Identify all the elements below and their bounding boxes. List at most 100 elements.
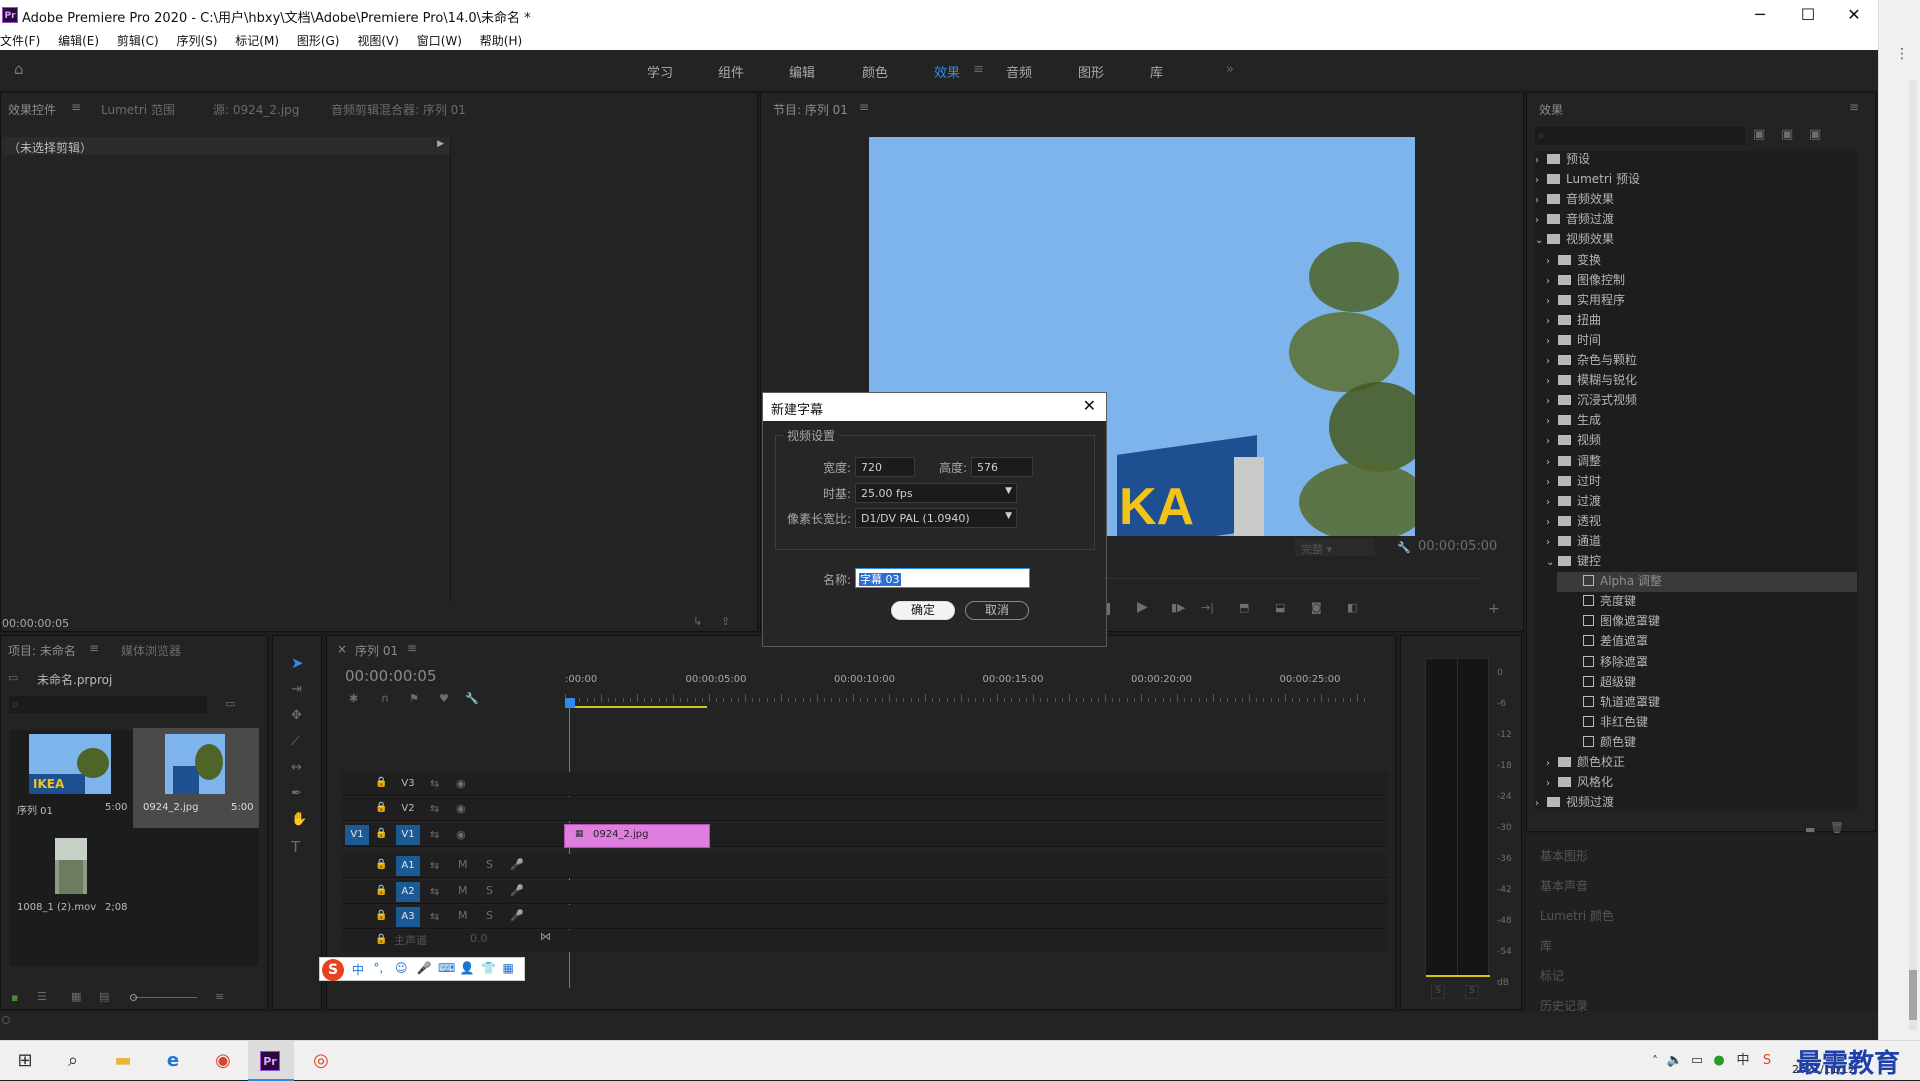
name-input[interactable]: 字幕 03 — [855, 568, 1030, 588]
menu-edit[interactable]: 编辑(E) — [51, 30, 106, 49]
menu-view[interactable]: 视图(V) — [350, 30, 406, 49]
track-label-a3[interactable]: A3 — [396, 907, 420, 927]
freeform-view-icon[interactable]: ▤ — [99, 990, 109, 1003]
solo-right-button[interactable]: S — [1465, 985, 1479, 999]
panel-menu-icon[interactable]: ≡ — [89, 641, 99, 655]
lumetri-color-tab[interactable]: Lumetri 颜色 — [1540, 907, 1614, 924]
lock-icon[interactable]: 🔒 — [375, 910, 387, 921]
ok-button[interactable]: 确定 — [891, 601, 955, 620]
solo-button[interactable]: S — [486, 884, 493, 897]
more-vertical-icon[interactable]: ⋮ — [1895, 46, 1909, 62]
lock-icon[interactable]: 🔒 — [375, 859, 387, 870]
microphone-icon[interactable]: 🎤 — [510, 909, 524, 922]
eye-icon[interactable]: ◉ — [456, 777, 466, 790]
timebase-dropdown[interactable]: 25.00 fps ▼ — [855, 483, 1017, 503]
sync-lock-icon[interactable]: ⇆ — [430, 828, 439, 841]
sync-lock-icon[interactable]: ⇆ — [430, 885, 439, 898]
export-frame-icon[interactable]: ↳ — [693, 615, 702, 628]
razor-tool-icon[interactable]: ⟋ — [291, 734, 300, 749]
source-patch-v1[interactable]: V1 — [345, 825, 369, 845]
add-button-icon[interactable]: + — [1488, 601, 1500, 617]
lock-icon[interactable]: 🔒 — [375, 777, 387, 788]
windows-start-icon[interactable]: ⊞ — [10, 1047, 40, 1075]
track-select-tool-icon[interactable]: ⇥ — [291, 682, 302, 697]
sync-lock-icon[interactable]: ⇆ — [430, 910, 439, 923]
chevron-right-icon[interactable]: › — [1546, 416, 1558, 427]
effect-item[interactable]: 超级键 — [1557, 673, 1636, 693]
edge-icon[interactable]: e — [158, 1047, 188, 1075]
delete-icon[interactable]: 🗑 — [1830, 821, 1844, 834]
chevron-right-icon[interactable]: › — [1546, 778, 1558, 789]
chevron-right-icon[interactable]: › — [1546, 477, 1558, 488]
track-label-v2[interactable]: V2 — [396, 799, 420, 819]
workspace-effects[interactable]: 效果 — [934, 62, 960, 81]
list-view-icon[interactable]: ☰ — [37, 990, 47, 1003]
close-button[interactable]: ✕ — [1834, 4, 1874, 26]
effect-folder[interactable]: › 过时 — [1546, 472, 1601, 492]
tab-media-browser[interactable]: 媒体浏览器 — [121, 642, 181, 659]
32bit-effects-icon[interactable]: ▣ — [1781, 127, 1793, 142]
chevron-right-icon[interactable]: › — [1535, 215, 1547, 226]
fit-dropdown[interactable]: 完整 ▾ — [1295, 539, 1375, 556]
menu-clip[interactable]: 剪辑(C) — [110, 30, 166, 49]
height-input[interactable]: 576 — [971, 457, 1033, 477]
effect-item[interactable]: 轨道遮罩键 — [1557, 693, 1660, 713]
ime-button[interactable]: ⌨ — [438, 961, 455, 975]
tab-project[interactable]: 项目: 未命名 — [8, 642, 76, 659]
wrench-icon[interactable]: 🔧 — [1397, 541, 1411, 554]
minimize-button[interactable]: ─ — [1740, 4, 1780, 26]
solo-button[interactable]: S — [486, 909, 493, 922]
solo-left-button[interactable]: S — [1431, 985, 1445, 999]
share-icon[interactable]: ⇪ — [721, 615, 730, 628]
workspace-more-button[interactable]: » — [1226, 62, 1234, 77]
chrome-icon[interactable]: ◉ — [208, 1047, 238, 1075]
effect-folder[interactable]: › 音频过渡 — [1535, 210, 1614, 230]
selection-tool-icon[interactable]: ➤ — [291, 654, 304, 672]
app-icon[interactable]: ◎ — [306, 1047, 336, 1075]
dialog-close-icon[interactable]: ✕ — [1083, 396, 1096, 415]
scrollbar[interactable] — [1909, 80, 1917, 1030]
chevron-right-icon[interactable]: › — [1546, 758, 1558, 769]
home-icon[interactable]: ⌂ — [14, 60, 24, 78]
effect-folder[interactable]: › 视频 — [1546, 431, 1601, 451]
effect-folder[interactable]: ⌄ 键控 — [1546, 552, 1601, 572]
effect-folder[interactable]: › 图像控制 — [1546, 271, 1625, 291]
effect-item[interactable]: 非红色键 — [1557, 713, 1648, 733]
effect-folder[interactable]: › 变换 — [1546, 251, 1601, 271]
menu-file[interactable]: 文件(F) — [0, 30, 47, 49]
type-tool-icon[interactable]: T — [291, 838, 300, 856]
chevron-right-icon[interactable]: › — [1546, 396, 1558, 407]
linked-selection-icon[interactable]: ∩ — [381, 692, 389, 705]
effect-folder[interactable]: › 颜色校正 — [1546, 753, 1625, 773]
slip-tool-icon[interactable]: ↔ — [291, 760, 302, 775]
chevron-right-icon[interactable]: › — [1546, 336, 1558, 347]
master-volume[interactable]: 0.0 — [470, 932, 488, 945]
snap-icon[interactable]: ✱ — [349, 692, 358, 705]
menu-sequence[interactable]: 序列(S) — [169, 30, 224, 49]
chevron-right-icon[interactable]: › — [1535, 175, 1547, 186]
new-bin-icon[interactable]: ▭ — [225, 697, 235, 710]
chevron-right-icon[interactable]: › — [1546, 356, 1558, 367]
menu-help[interactable]: 帮助(H) — [473, 30, 529, 49]
essential-sound-tab[interactable]: 基本声音 — [1540, 877, 1588, 894]
microphone-icon[interactable]: 🎤 — [510, 858, 524, 871]
comparison-view-icon[interactable]: ◧ — [1347, 601, 1357, 614]
time-ruler[interactable]: :00:00 00:00:05:00 00:00:10:00 00:00:15:00 0… — [565, 674, 1366, 708]
close-tab-icon[interactable]: × — [337, 642, 347, 656]
tab-sequence[interactable]: 序列 01 — [355, 642, 398, 659]
expand-arrow-icon[interactable]: ▶ — [437, 139, 444, 149]
lock-icon[interactable]: 🔒 — [375, 802, 387, 813]
menu-graphics[interactable]: 图形(G) — [290, 30, 347, 49]
ripple-edit-tool-icon[interactable]: ✥ — [291, 708, 302, 723]
workspace-color[interactable]: 颜色 — [862, 62, 888, 81]
lift-icon[interactable]: ⬒ — [1239, 601, 1249, 614]
effects-search-input[interactable]: ⌕ — [1535, 127, 1745, 145]
search-icon[interactable]: ⌕ — [58, 1047, 88, 1075]
lock-icon[interactable]: 🔒 — [375, 885, 387, 896]
track-label-v1[interactable]: V1 — [396, 825, 420, 845]
yuv-effects-icon[interactable]: ▣ — [1809, 127, 1821, 142]
marker-icon[interactable]: ♥ — [439, 692, 449, 705]
maximize-button[interactable]: ☐ — [1788, 4, 1828, 26]
mute-button[interactable]: M — [458, 884, 468, 897]
chevron-right-icon[interactable]: › — [1546, 256, 1558, 267]
